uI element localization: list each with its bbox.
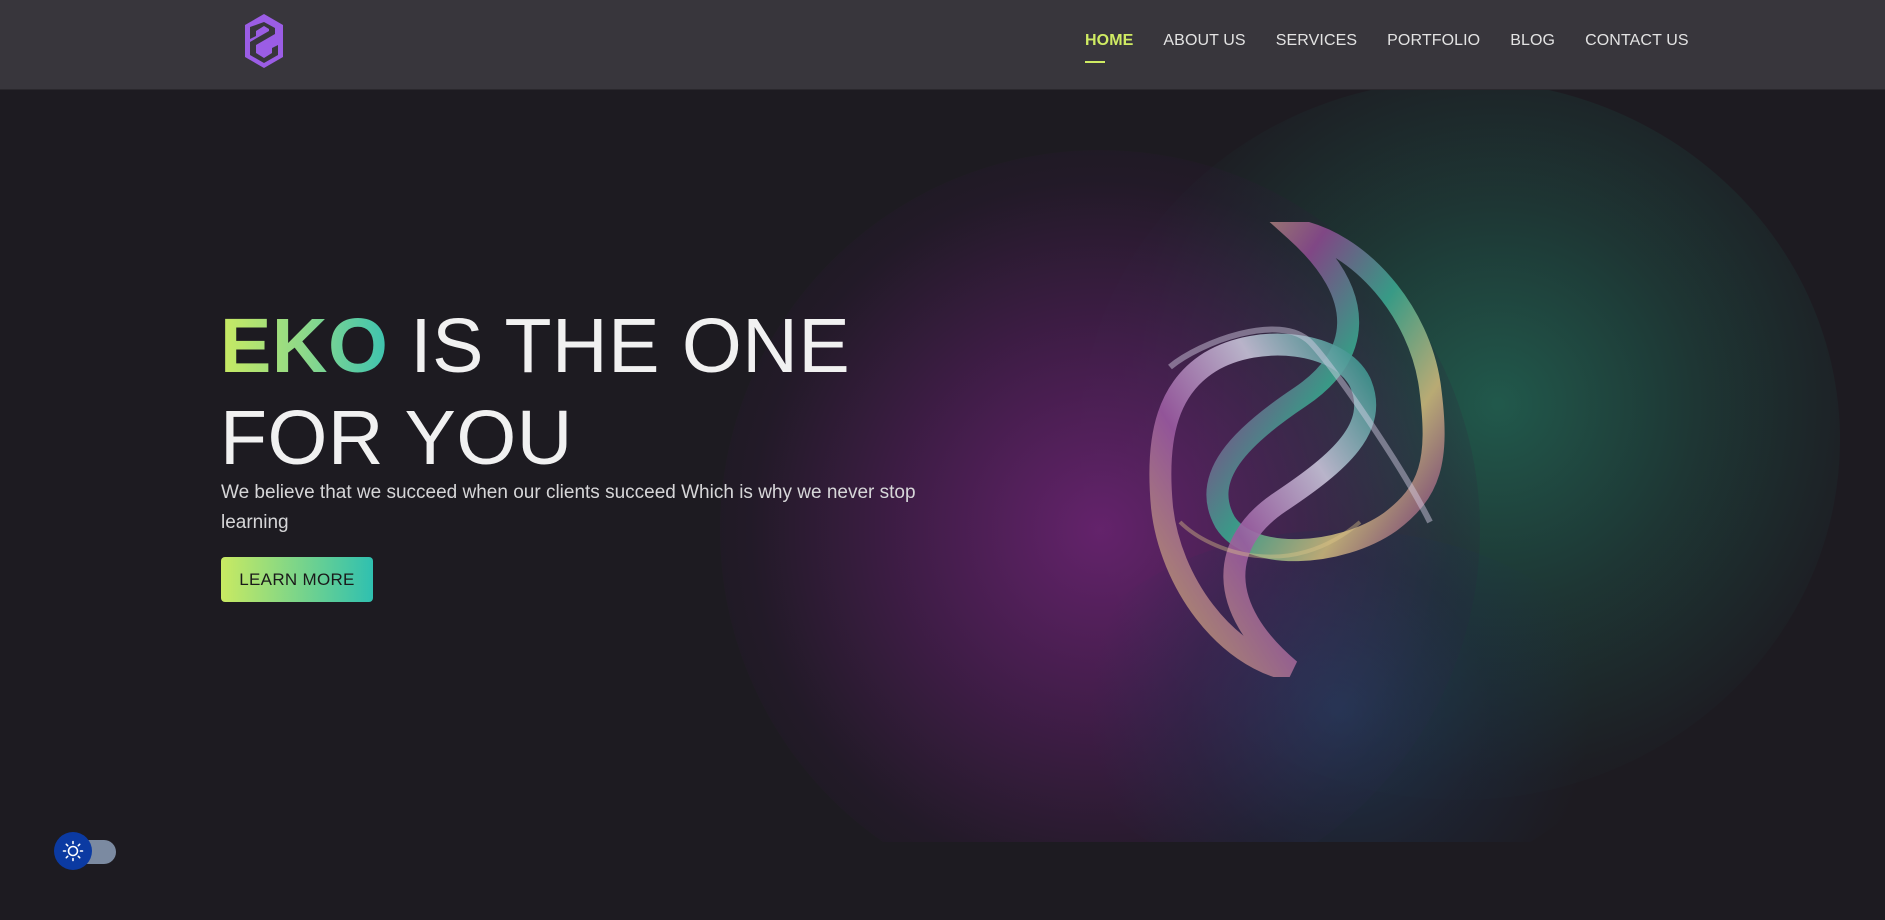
navbar: HOME ABOUT US SERVICES PORTFOLIO BLOG CO…	[0, 0, 1885, 90]
twisted-ring-sculpture-image	[1130, 212, 1450, 681]
logo-icon[interactable]	[242, 12, 286, 70]
main-nav: HOME ABOUT US SERVICES PORTFOLIO BLOG CO…	[1085, 32, 1719, 63]
nav-portfolio[interactable]: PORTFOLIO	[1387, 32, 1480, 50]
nav-home[interactable]: HOME	[1085, 32, 1133, 63]
hero-brand: EKO	[220, 303, 389, 389]
hero-title: EKO IS THE ONE FOR YOU	[220, 300, 960, 484]
nav-services[interactable]: SERVICES	[1276, 32, 1357, 50]
sun-icon[interactable]	[54, 832, 92, 870]
learn-more-button[interactable]: LEARN MORE	[221, 557, 373, 602]
nav-blog[interactable]: BLOG	[1510, 32, 1555, 50]
theme-toggle[interactable]	[54, 832, 116, 870]
nav-about-us[interactable]: ABOUT US	[1163, 32, 1245, 50]
nav-contact-us[interactable]: CONTACT US	[1585, 32, 1689, 50]
hero-subtitle: We believe that we succeed when our clie…	[221, 482, 916, 533]
